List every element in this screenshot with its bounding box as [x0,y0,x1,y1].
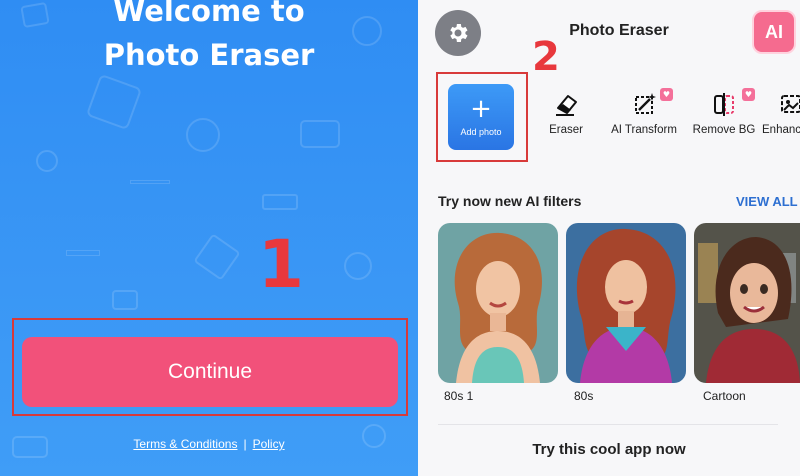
filter-preview-image [694,223,800,383]
decorative-shape [112,290,138,310]
tool-remove-bg[interactable]: ♥ Remove BG [684,88,764,136]
tool-eraser[interactable]: Eraser [526,88,606,136]
ai-filters-heading: Try now new AI filters [438,193,582,209]
filter-label-cartoon: Cartoon [703,389,746,403]
eraser-icon [556,95,577,116]
tool-enhance[interactable]: Enhanc [762,88,800,136]
decorative-shape [186,118,220,152]
screenshot-composite: Welcome to Photo Eraser 1 Continue Terms… [0,0,800,476]
filter-card-cartoon[interactable] [694,223,800,383]
welcome-heading-line2: Photo Eraser [103,38,315,72]
decorative-shape [344,252,372,280]
section-divider [438,424,778,425]
tool-enhance-label: Enhanc [762,124,800,136]
terms-link[interactable]: Terms & Conditions [133,437,237,451]
filter-preview-image [566,223,686,383]
decorative-shape [36,150,58,172]
decorative-shape [66,250,100,256]
decorative-shape [130,180,170,184]
filter-label-80s: 80s [574,389,594,403]
add-photo-button[interactable]: + Add photo [448,84,514,150]
tool-remove-bg-label: Remove BG [692,124,756,136]
add-photo-label: Add photo [460,127,502,137]
home-screen: Photo Eraser AI 2 + Add photo Eraser ♥ A… [418,0,800,476]
filter-preview-image [438,223,558,383]
ai-button[interactable]: AI [752,10,796,54]
ai-transform-icon [635,93,656,114]
step-1-annotation: 1 [258,226,304,303]
tool-eraser-label: Eraser [549,124,583,136]
premium-heart-icon: ♥ [660,88,673,101]
decorative-shape [262,194,298,210]
decorative-shape [85,73,143,131]
settings-button[interactable] [435,10,481,56]
filter-card-80s[interactable] [566,223,686,383]
app-title: Photo Eraser [569,22,669,39]
continue-button[interactable]: Continue [22,337,398,407]
tool-ai-transform-label: AI Transform [611,124,677,136]
decorative-shape [300,120,340,148]
promo-text[interactable]: Try this cool app now [418,441,800,458]
enhance-icon [781,95,800,113]
plus-icon: + [470,94,492,124]
filter-card-80s-1[interactable] [438,223,558,383]
tools-row: + Add photo Eraser ♥ AI Transform ♥ Remo… [436,72,800,164]
view-all-link[interactable]: VIEW ALL [736,194,798,209]
legal-separator: | [243,437,247,451]
welcome-heading-line1: Welcome to [113,0,305,28]
gear-icon [450,24,468,42]
filter-label-80s-1: 80s 1 [444,389,474,403]
welcome-screen: Welcome to Photo Eraser 1 Continue Terms… [0,0,418,476]
policy-link[interactable]: Policy [253,437,285,451]
tool-ai-transform[interactable]: ♥ AI Transform [604,88,684,136]
legal-links: Terms & Conditions | Policy [0,437,418,451]
premium-heart-icon: ♥ [742,88,755,101]
remove-bg-icon [714,93,734,116]
decorative-shape [193,233,241,281]
